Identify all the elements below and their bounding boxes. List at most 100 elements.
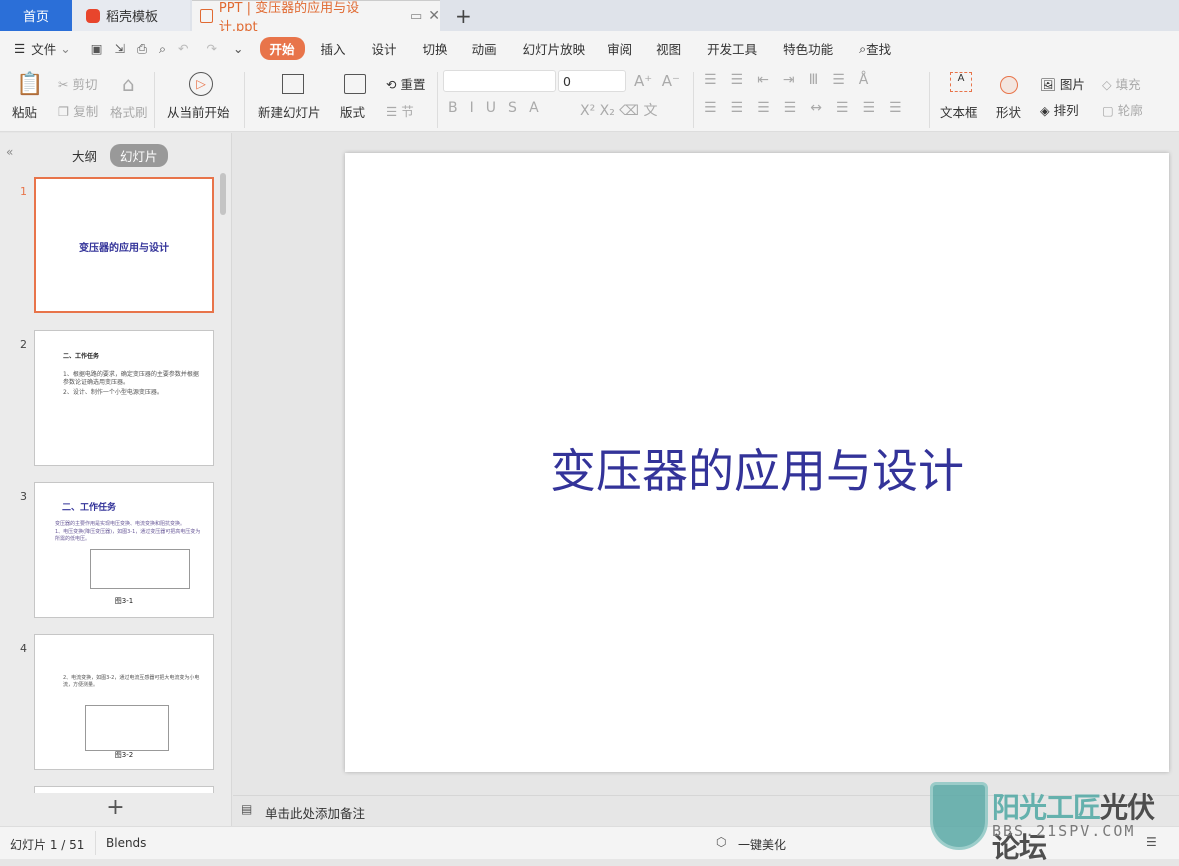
superscript-icon[interactable]: X² X₂ ⌫ 文: [580, 100, 658, 120]
copy-label: 复制: [73, 104, 99, 119]
slide-thumbnail-3[interactable]: 二、工作任务 变压器的主要作用是实现电压变换、电流变换和阻抗变换。 1、电压变换…: [34, 482, 214, 618]
tab-label: 首页: [22, 10, 49, 25]
shield-icon: [930, 782, 988, 850]
print-icon[interactable]: ⎙: [137, 41, 147, 57]
beautify-button[interactable]: 一键美化: [738, 836, 786, 853]
new-tab-button[interactable]: +: [455, 0, 472, 31]
save-icon[interactable]: ▣: [91, 41, 103, 56]
notes-placeholder[interactable]: 单击此处添加备注: [265, 803, 365, 822]
search-icon[interactable]: ⌕: [859, 41, 866, 57]
outline-button[interactable]: ▢ 轮廓: [1102, 100, 1143, 119]
tab-design[interactable]: 设计: [372, 39, 397, 58]
beautify-icon: ⬡: [716, 835, 727, 849]
export-icon[interactable]: ⇲: [115, 41, 125, 56]
shape-button[interactable]: 形状: [996, 102, 1021, 121]
redo-icon[interactable]: ↷: [207, 41, 217, 56]
docer-icon: [86, 8, 100, 23]
tab-start[interactable]: 开始: [259, 37, 305, 60]
format-painter-icon: ⌂: [122, 72, 135, 96]
circuit-diagram: [90, 549, 190, 589]
tab-slides[interactable]: 幻灯片: [110, 144, 168, 167]
tab-insert[interactable]: 插入: [321, 39, 346, 58]
slide-thumbnail-1[interactable]: 变压器的应用与设计: [34, 177, 214, 313]
customize-icon[interactable]: ⌄: [233, 41, 243, 56]
thumbnail-title: 变压器的应用与设计: [79, 243, 169, 254]
paragraph-buttons[interactable]: ☰☰⇤⇥Ⅲ☰Å: [704, 72, 882, 88]
tab-animation[interactable]: 动画: [472, 39, 497, 58]
add-slide-button[interactable]: +: [0, 793, 231, 826]
section-button[interactable]: ☰ 节: [386, 101, 414, 120]
play-from-current-button[interactable]: 从当前开始: [167, 102, 230, 121]
file-menu[interactable]: 文件: [31, 39, 56, 58]
watermark-logo: 阳光工匠光伏论坛 BBS.21SPV.COM: [930, 782, 1175, 864]
scrollbar[interactable]: [220, 173, 226, 215]
textbox-icon[interactable]: A: [950, 72, 972, 92]
thumbnail-caption: 图3-2: [114, 751, 134, 759]
arrange-button[interactable]: ◈ 排列: [1040, 100, 1079, 119]
slide-thumbnail-4[interactable]: 2、电流变换，如图3-2，通过电流互感器可把大电流变为小电流，方便测量。 图3-…: [34, 634, 214, 770]
tab-outline[interactable]: 大纲: [72, 146, 97, 165]
arrange-label: 排列: [1053, 103, 1079, 118]
slide-thumbnail-2[interactable]: 二、工作任务 1、根据电路的要求，确定变压器的主要参数并根据参数论证确选用变压器…: [34, 330, 214, 466]
textbox-button[interactable]: 文本框: [940, 102, 978, 121]
shape-icon[interactable]: [1000, 76, 1018, 94]
tab-bar: 首页 稻壳模板 PPT | 变压器的应用与设计.ppt ▭ ✕ +: [0, 0, 1179, 35]
copy-button[interactable]: ❐ 复制: [58, 101, 98, 120]
tab-view[interactable]: 视图: [656, 39, 681, 58]
slide-number: 4: [20, 642, 27, 655]
theme-name[interactable]: Blends: [106, 836, 146, 850]
new-slide-icon[interactable]: [282, 74, 304, 94]
font-style-buttons[interactable]: BIUSA: [448, 100, 551, 116]
slide-panel: « 大纲 幻灯片 1 变压器的应用与设计 2 二、工作任务 1、根据电路的要求，…: [0, 133, 232, 826]
new-slide-button[interactable]: 新建幻灯片: [258, 102, 321, 121]
tab-review[interactable]: 审阅: [607, 39, 632, 58]
paste-icon[interactable]: 📋: [16, 72, 43, 97]
collapse-icon[interactable]: «: [6, 145, 13, 159]
tab-developer[interactable]: 开发工具: [707, 39, 757, 58]
thumbnail-text: 2、设计、制作一个小型电源变压器。: [63, 389, 163, 396]
tab-label: 稻壳模板: [106, 10, 159, 25]
cut-button[interactable]: ✂ 剪切: [58, 74, 97, 93]
slide-number: 2: [20, 338, 27, 351]
cut-label: 剪切: [72, 77, 98, 92]
layout-button[interactable]: 版式: [340, 102, 365, 121]
monitor-icon[interactable]: ▭: [410, 9, 422, 24]
reset-button[interactable]: ⟲ 重置: [386, 74, 425, 93]
reset-label: 重置: [400, 77, 426, 92]
tab-features[interactable]: 特色功能: [783, 39, 833, 58]
paste-button[interactable]: 粘贴: [12, 102, 37, 121]
font-size-select[interactable]: 0: [558, 70, 626, 92]
ppt-file-icon: [200, 9, 213, 23]
search-button[interactable]: 查找: [866, 39, 891, 58]
thumbnail-text: 1、电压变换(降压变压器)，如图3-1，通过变压器可把高电压变为所需的低电压。: [55, 529, 201, 542]
slide-counter: 幻灯片 1 / 51: [10, 838, 85, 852]
play-icon[interactable]: ▷: [189, 72, 213, 96]
font-increase-icon[interactable]: A⁺ A⁻: [634, 72, 680, 90]
tab-document[interactable]: PPT | 变压器的应用与设计.ppt ▭ ✕: [192, 0, 440, 35]
thumbnail-text: 变压器的主要作用是实现电压变换、电流变换和阻抗变换。: [55, 521, 186, 527]
menu-icon[interactable]: ☰: [14, 41, 25, 56]
chevron-down-icon[interactable]: ⌄: [60, 41, 70, 56]
picture-button[interactable]: 🖼 图片: [1040, 74, 1085, 93]
tab-templates[interactable]: 稻壳模板: [72, 0, 190, 31]
thumbnail-caption: 图3-1: [114, 597, 134, 605]
close-icon[interactable]: ✕: [428, 8, 440, 24]
print-preview-icon[interactable]: ⌕: [159, 41, 166, 57]
format-painter-button[interactable]: 格式刷: [110, 102, 148, 121]
font-name-select[interactable]: [443, 70, 556, 92]
fill-label: 填充: [1115, 77, 1141, 92]
circuit-diagram: [85, 705, 169, 751]
slide-number: 1: [20, 185, 27, 198]
fill-button[interactable]: ◇ 填充: [1102, 74, 1141, 93]
slide-canvas[interactable]: 变压器的应用与设计: [345, 153, 1169, 772]
ribbon: 📋 粘贴 ✂ 剪切 ❐ 复制 ⌂ 格式刷 ▷ 从当前开始 新建幻灯片 版式 ⟲ …: [0, 66, 1179, 132]
font-size-value: 0: [563, 74, 571, 89]
slide-title[interactable]: 变压器的应用与设计: [345, 435, 1169, 501]
align-buttons[interactable]: ☰☰☰☰↔☰☰☰: [704, 100, 916, 116]
tab-home[interactable]: 首页: [0, 0, 72, 31]
undo-icon[interactable]: ↶: [178, 41, 188, 56]
layout-icon[interactable]: [344, 74, 366, 94]
thumbnail-text: 1、根据电路的要求，确定变压器的主要参数并根据参数论证确选用变压器。: [63, 371, 199, 386]
tab-slideshow[interactable]: 幻灯片放映: [523, 39, 586, 58]
tab-transition[interactable]: 切换: [423, 39, 448, 58]
